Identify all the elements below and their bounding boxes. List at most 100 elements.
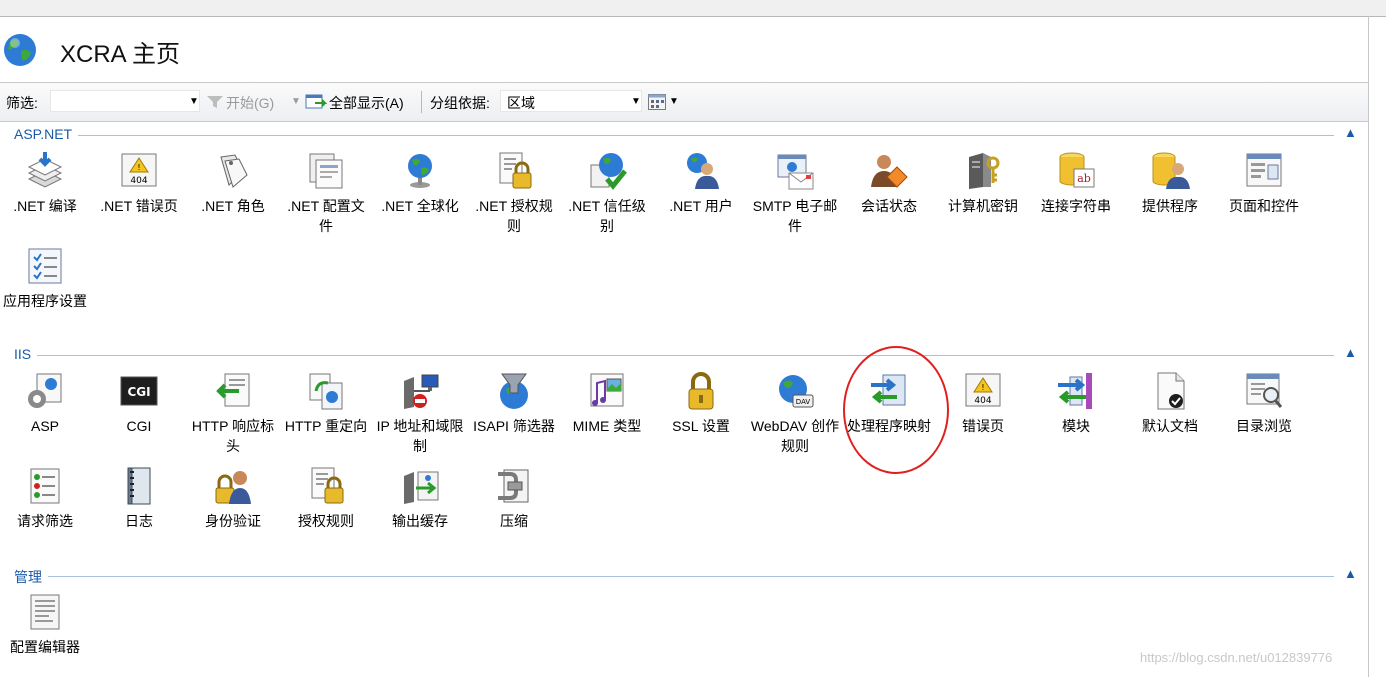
show-all-button[interactable]: 全部显示(A): [329, 93, 404, 113]
feature-label: .NET 用户: [669, 198, 733, 214]
session-state-icon: [871, 155, 908, 188]
group-by-select[interactable]: 区域: [500, 90, 642, 112]
webdav-icon: DAV: [779, 375, 814, 408]
feature-cgi[interactable]: CGI CGI: [92, 371, 186, 436]
dotnet-roles-icon: [220, 154, 248, 188]
feature-output-caching[interactable]: 输出缓存: [373, 466, 467, 531]
logging-icon: [127, 467, 151, 505]
section-management-header[interactable]: 管理 ▲: [0, 566, 1368, 587]
feature-label: 应用程序设置: [3, 293, 87, 309]
feature-providers[interactable]: 提供程序: [1123, 151, 1217, 216]
feature-label: 错误页: [962, 418, 1004, 434]
authorization-rules-icon: [311, 467, 344, 504]
feature-label: IP 地址和域限制: [376, 418, 464, 454]
filter-toolbar: 筛选: ▼ 开始(G) ▼ 全部显示(A) 分组依据: 区域 ▼ ▼: [0, 82, 1368, 122]
group-by-dropdown-arrow[interactable]: ▼: [631, 96, 641, 107]
collapse-chevron-icon[interactable]: ▲: [1344, 566, 1357, 581]
connection-strings-icon: ab: [1059, 152, 1095, 188]
feature-request-filtering[interactable]: 请求筛选: [0, 466, 92, 531]
feature-label: 连接字符串: [1041, 198, 1111, 214]
dotnet-profile-icon: [309, 153, 343, 189]
feature-label: ASP: [30, 418, 59, 434]
feature-default-document[interactable]: 默认文档: [1123, 371, 1217, 436]
svg-text:DAV: DAV: [796, 398, 811, 406]
page-header: XCRA 主页: [0, 22, 1368, 78]
feature-dotnet-roles[interactable]: .NET 角色: [186, 151, 280, 216]
ip-restrictions-icon: [404, 374, 439, 409]
feature-label: 压缩: [500, 513, 528, 529]
feature-isapi-filters[interactable]: ISAPI 筛选器: [467, 371, 561, 436]
feature-label: 页面和控件: [1229, 198, 1299, 214]
feature-label: 请求筛选: [17, 513, 73, 529]
feature-label: .NET 编译: [13, 198, 77, 214]
feature-config-editor[interactable]: 配置编辑器: [0, 592, 92, 657]
feature-dotnet-profile[interactable]: .NET 配置文件: [279, 151, 373, 236]
svg-text:!: !: [137, 163, 140, 172]
cgi-icon: CGI: [120, 376, 158, 406]
feature-directory-browsing[interactable]: 目录浏览: [1217, 371, 1311, 436]
section-iis-title: IIS: [14, 346, 38, 362]
feature-http-redirect[interactable]: HTTP 重定向: [279, 371, 373, 436]
feature-authentication[interactable]: 身份验证: [186, 466, 280, 531]
feature-machine-key[interactable]: 计算机密钥: [936, 151, 1030, 216]
feature-pages-controls[interactable]: 页面和控件: [1217, 151, 1311, 216]
dotnet-compile-icon: [27, 152, 63, 188]
providers-icon: [1152, 152, 1190, 189]
feature-logging[interactable]: 日志: [92, 466, 186, 531]
collapse-chevron-icon[interactable]: ▲: [1344, 345, 1357, 360]
feature-label: .NET 授权规则: [475, 198, 553, 234]
group-by-label: 分组依据:: [430, 95, 490, 111]
section-divider: [14, 355, 1334, 356]
feature-dotnet-authorization[interactable]: .NET 授权规则: [467, 151, 561, 236]
filter-input[interactable]: [50, 90, 200, 112]
section-divider: [14, 135, 1334, 136]
feature-compression[interactable]: 压缩: [467, 466, 561, 531]
feature-app-settings[interactable]: 应用程序设置: [0, 246, 92, 311]
feature-ssl-settings[interactable]: SSL 设置: [654, 371, 748, 436]
section-iis-header[interactable]: IIS ▲: [0, 345, 1368, 364]
feature-webdav[interactable]: DAV WebDAV 创作规则: [748, 371, 842, 456]
watermark-text: https://blog.csdn.net/u012839776: [1140, 650, 1333, 665]
feature-asp[interactable]: ASP: [0, 371, 92, 436]
page-title: XCRA 主页: [60, 41, 181, 68]
feature-connection-strings[interactable]: ab 连接字符串: [1029, 151, 1123, 216]
globe-icon: [4, 34, 36, 66]
authentication-icon: [215, 471, 251, 504]
feature-dotnet-globalization[interactable]: .NET 全球化: [373, 151, 467, 216]
feature-dotnet-users[interactable]: .NET 用户: [654, 151, 748, 216]
feature-authorization-rules[interactable]: 授权规则: [279, 466, 373, 531]
feature-label: 日志: [125, 513, 153, 529]
http-headers-icon: [216, 373, 250, 407]
feature-smtp-email[interactable]: SMTP 电子邮件: [748, 151, 842, 236]
feature-label: ISAPI 筛选器: [473, 418, 555, 434]
directory-browsing-icon: [1246, 373, 1283, 408]
mime-types-icon: [590, 373, 624, 407]
start-button[interactable]: 开始(G): [226, 93, 274, 113]
feature-session-state[interactable]: 会话状态: [842, 151, 936, 216]
view-mode-dropdown-arrow[interactable]: ▼: [669, 96, 679, 107]
feature-label: 授权规则: [298, 513, 354, 529]
start-dropdown-arrow[interactable]: ▼: [291, 96, 301, 107]
feature-error-pages[interactable]: ! 404 错误页: [936, 371, 1030, 436]
feature-dotnet-compile[interactable]: .NET 编译: [0, 151, 92, 216]
section-aspnet-header[interactable]: ASP.NET ▲: [0, 125, 1368, 144]
feature-label: 提供程序: [1142, 198, 1198, 214]
filter-dropdown-arrow[interactable]: ▼: [189, 96, 199, 107]
view-mode-icon[interactable]: [648, 94, 666, 110]
feature-mime-types[interactable]: MIME 类型: [560, 371, 654, 436]
feature-label: 默认文档: [1142, 418, 1198, 434]
feature-label: 模块: [1062, 418, 1090, 434]
feature-http-headers[interactable]: HTTP 响应标头: [186, 371, 280, 456]
svg-text:CGI: CGI: [127, 385, 150, 399]
svg-text:404: 404: [130, 176, 147, 186]
collapse-chevron-icon[interactable]: ▲: [1344, 125, 1357, 140]
feature-dotnet-trust-level[interactable]: .NET 信任级别: [560, 151, 654, 236]
feature-modules[interactable]: 模块: [1029, 371, 1123, 436]
feature-label: WebDAV 创作规则: [750, 418, 840, 454]
feature-dotnet-error-pages[interactable]: ! 404 .NET 错误页: [92, 151, 186, 216]
feature-ip-restrictions[interactable]: IP 地址和域限制: [373, 371, 467, 456]
feature-label: CGI: [126, 418, 152, 434]
feature-label: .NET 信任级别: [568, 198, 646, 234]
smtp-email-icon: [777, 154, 814, 190]
group-by-value: 区域: [507, 95, 535, 111]
